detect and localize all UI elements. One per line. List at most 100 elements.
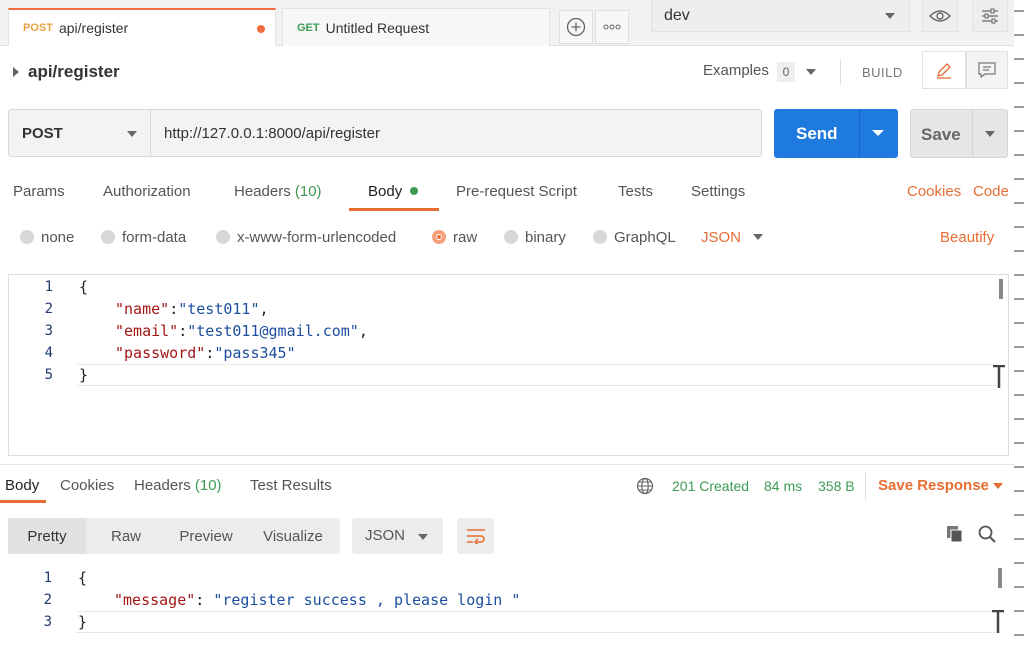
tab-settings[interactable]: Settings — [691, 183, 745, 200]
manage-environments-button[interactable] — [972, 0, 1008, 32]
send-options-button[interactable] — [860, 109, 898, 158]
resize-handle-icon[interactable] — [993, 364, 1005, 389]
globe-icon[interactable] — [636, 477, 654, 498]
response-tab-body[interactable]: Body — [5, 477, 39, 494]
wrap-lines-button[interactable] — [457, 518, 494, 554]
line-number: 5 — [44, 367, 53, 383]
tab-options-button[interactable] — [595, 10, 629, 44]
tab-method-badge: POST — [23, 22, 53, 34]
build-label: BUILD — [862, 65, 903, 80]
search-icon[interactable] — [978, 525, 996, 546]
cookies-link[interactable]: Cookies — [907, 183, 961, 200]
send-button[interactable]: Send — [774, 109, 898, 158]
body-format-select[interactable]: JSON — [701, 229, 741, 246]
tab-prerequest-script[interactable]: Pre-request Script — [456, 183, 577, 200]
radio-urlencoded[interactable] — [216, 230, 230, 244]
tab-authorization[interactable]: Authorization — [103, 183, 191, 200]
view-pretty[interactable]: Pretty — [8, 518, 86, 554]
chevron-down-icon — [872, 130, 884, 136]
line-number: 1 — [44, 279, 53, 295]
response-tab-headers[interactable]: Headers (10) — [134, 477, 222, 494]
radio-none[interactable] — [20, 230, 34, 244]
more-horizontal-icon — [603, 24, 621, 30]
environment-select[interactable]: dev — [651, 0, 910, 32]
tab-label: Untitled Request — [325, 19, 430, 36]
expand-caret-icon[interactable] — [13, 67, 19, 77]
response-headers-count: (10) — [194, 477, 222, 494]
eye-icon — [929, 9, 951, 22]
tab-tests[interactable]: Tests — [618, 183, 653, 200]
response-size[interactable]: 358 B — [818, 478, 855, 494]
code-line: "password":"pass345" — [115, 344, 296, 362]
code-line: } — [78, 613, 88, 631]
request-body-editor[interactable]: 1 2 3 4 5 { "name":"test011", "email":"t… — [8, 274, 1009, 456]
tab-params[interactable]: Params — [13, 183, 65, 200]
method-value: POST — [22, 124, 63, 142]
send-label: Send — [796, 124, 838, 143]
sliders-icon — [982, 8, 998, 23]
radio-raw[interactable] — [432, 230, 446, 244]
chevron-down-icon[interactable] — [753, 234, 763, 240]
headers-count: (10) — [294, 183, 322, 200]
request-tab-untitled[interactable]: GET Untitled Request — [282, 8, 550, 46]
comments-button[interactable] — [966, 51, 1008, 89]
method-select[interactable]: POST — [8, 109, 151, 157]
line-number: 3 — [44, 323, 53, 339]
pencil-icon — [937, 63, 951, 79]
tab-method-badge: GET — [297, 21, 320, 34]
tab-headers[interactable]: Headers (10) — [234, 183, 322, 200]
response-status[interactable]: 201 Created — [672, 478, 749, 494]
divider — [840, 59, 841, 85]
active-tab-underline — [349, 208, 439, 211]
request-title[interactable]: api/register — [28, 62, 120, 82]
code-line: { — [78, 569, 88, 587]
url-value: http://127.0.0.1:8000/api/register — [164, 124, 380, 142]
body-mode-none-label[interactable]: none — [41, 229, 74, 246]
wrap-lines-icon — [466, 529, 485, 544]
body-mode-binary-label[interactable]: binary — [525, 229, 566, 246]
code-line: "message": "register success , please lo… — [114, 591, 521, 609]
scrollbar-thumb[interactable] — [999, 279, 1003, 299]
code-link[interactable]: Code — [973, 183, 1009, 200]
examples-dropdown-icon[interactable] — [806, 69, 816, 75]
view-visualize[interactable]: Visualize — [246, 518, 340, 554]
save-options-chevron-icon[interactable] — [985, 131, 995, 137]
environment-value: dev — [664, 6, 690, 24]
body-mode-urlencoded-label[interactable]: x-www-form-urlencoded — [237, 229, 396, 246]
current-line-highlight — [76, 611, 996, 633]
body-mode-raw-label[interactable]: raw — [453, 229, 477, 246]
body-mode-form-data-label[interactable]: form-data — [122, 229, 186, 246]
code-line: } — [79, 366, 89, 384]
request-tab-api-register[interactable]: POST api/register — [8, 8, 276, 46]
edit-mode-button[interactable] — [922, 51, 966, 89]
window-edge — [1014, 0, 1024, 650]
copy-icon[interactable] — [946, 525, 964, 546]
response-time[interactable]: 84 ms — [764, 478, 802, 494]
save-response-chevron-icon[interactable] — [993, 483, 1003, 489]
radio-binary[interactable] — [504, 230, 518, 244]
scrollbar-thumb[interactable] — [998, 568, 1002, 588]
body-mode-graphql-label[interactable]: GraphQL — [614, 229, 676, 246]
view-preview[interactable]: Preview — [166, 518, 246, 554]
save-button[interactable]: Save — [910, 109, 1008, 158]
active-tab-underline — [0, 500, 46, 503]
response-format-select[interactable]: JSON — [352, 518, 443, 554]
comment-icon — [978, 62, 996, 78]
tab-body[interactable]: Body — [368, 183, 419, 200]
divider — [972, 110, 973, 157]
url-input[interactable]: http://127.0.0.1:8000/api/register — [150, 109, 762, 157]
radio-form-data[interactable] — [101, 230, 115, 244]
examples-label[interactable]: Examples — [703, 62, 769, 79]
new-tab-button[interactable] — [559, 10, 593, 44]
response-tab-cookies[interactable]: Cookies — [60, 477, 114, 494]
response-tab-test-results[interactable]: Test Results — [250, 477, 332, 494]
environment-quick-look-button[interactable] — [922, 0, 958, 32]
radio-graphql[interactable] — [593, 230, 607, 244]
resize-handle-icon[interactable] — [992, 609, 1004, 634]
unsaved-changes-dot-icon — [257, 25, 265, 33]
line-number: 2 — [43, 592, 52, 608]
save-response-button[interactable]: Save Response — [878, 477, 989, 494]
view-raw[interactable]: Raw — [86, 518, 166, 554]
beautify-link[interactable]: Beautify — [940, 229, 994, 246]
response-body-viewer[interactable]: 1 2 3 { "message": "register success , p… — [8, 564, 1009, 650]
